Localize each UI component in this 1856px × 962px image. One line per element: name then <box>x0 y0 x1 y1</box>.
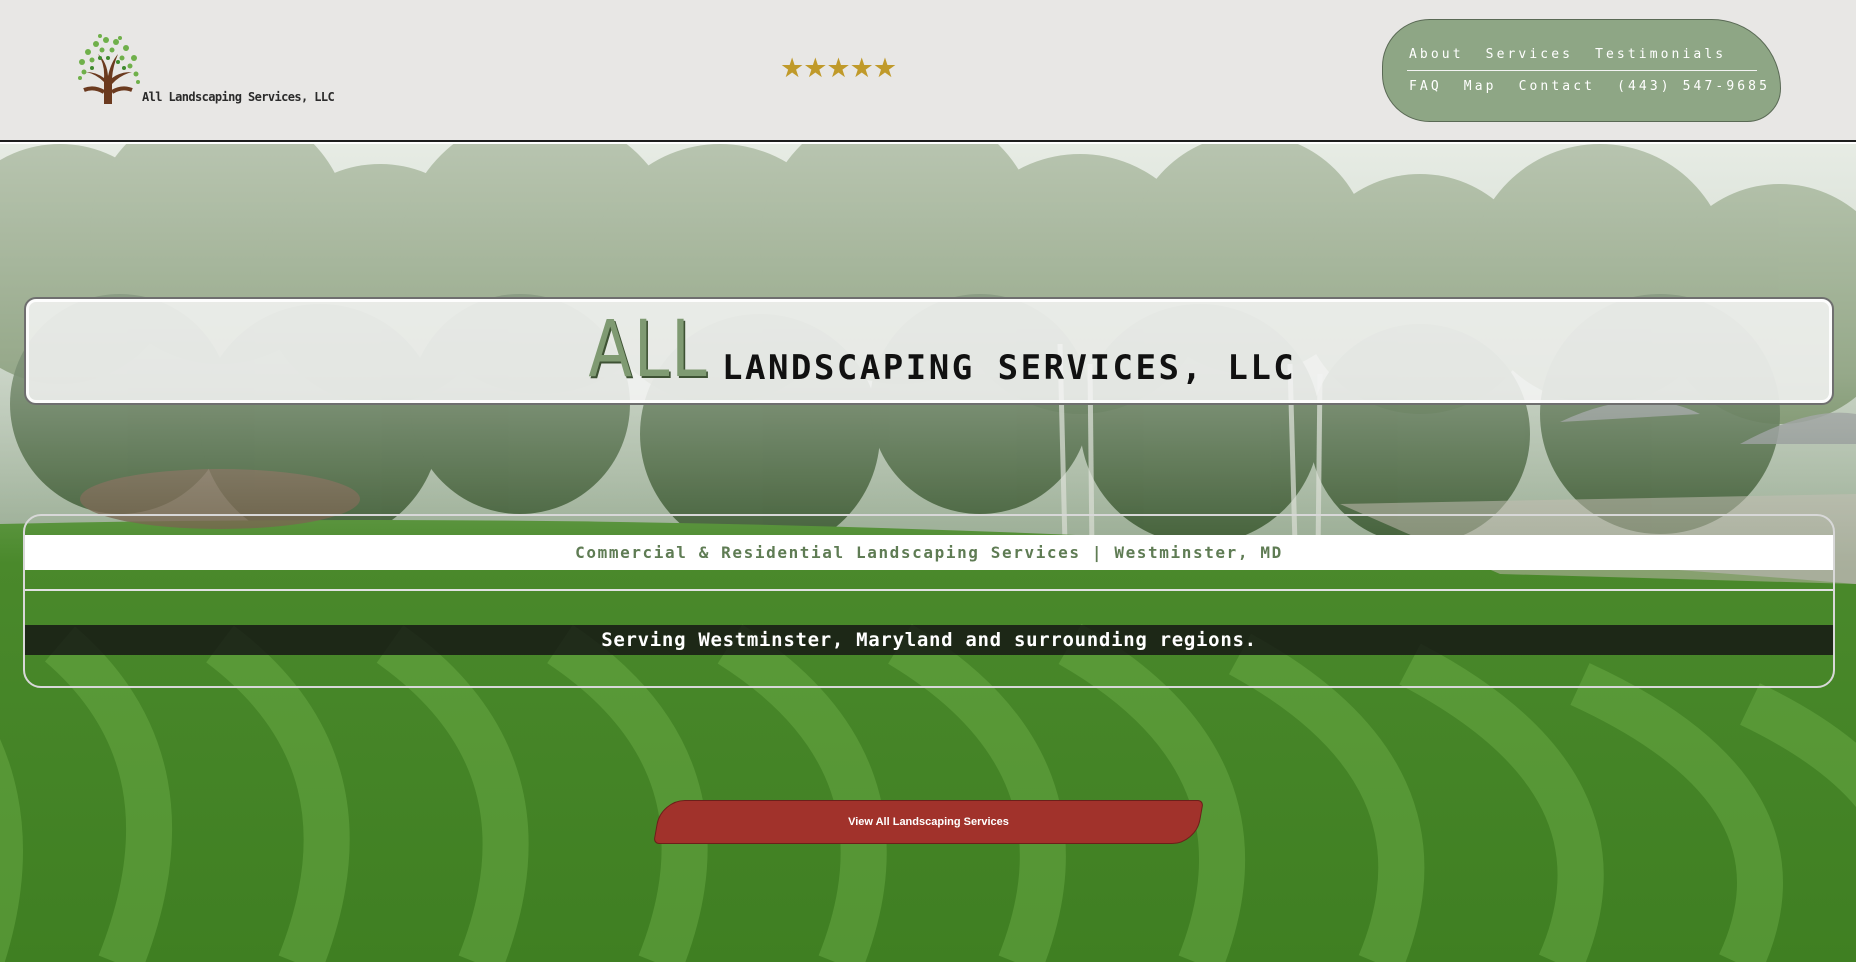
view-services-button-label: View All Landscaping Services <box>848 816 1009 828</box>
hero-service-area: Serving Westminster, Maryland and surrou… <box>25 625 1833 655</box>
hero-section: ALL LANDSCAPING SERVICES, LLC Commercial… <box>0 144 1856 962</box>
nav-link-faq[interactable]: FAQ <box>1409 79 1442 94</box>
nav-link-map[interactable]: Map <box>1464 79 1497 94</box>
main-nav: About Services Testimonials FAQ Map Cont… <box>1382 19 1781 122</box>
hero-title: ALL LANDSCAPING SERVICES, LLC <box>26 299 1832 403</box>
nav-link-services[interactable]: Services <box>1486 47 1573 62</box>
nav-divider <box>1407 70 1757 71</box>
tree-logo-icon <box>78 34 140 104</box>
hero-info-box: Commercial & Residential Landscaping Ser… <box>23 514 1835 688</box>
logo[interactable]: All Landscaping Services, LLC <box>74 34 335 112</box>
nav-link-phone[interactable]: (443) 547-9685 <box>1617 79 1770 94</box>
logo-text: All Landscaping Services, LLC <box>142 90 335 104</box>
nav-link-testimonials[interactable]: Testimonials <box>1595 47 1726 62</box>
nav-row-top: About Services Testimonials <box>1409 47 1748 62</box>
hero-title-box: ALL LANDSCAPING SERVICES, LLC <box>24 297 1834 405</box>
hero-title-all: ALL <box>588 305 709 395</box>
hero-divider <box>25 589 1833 591</box>
view-services-button[interactable]: View All Landscaping Services <box>653 800 1204 844</box>
nav-link-about[interactable]: About <box>1409 47 1464 62</box>
nav-row-bottom: FAQ Map Contact (443) 547-9685 <box>1409 79 1792 94</box>
hero-tagline: Commercial & Residential Landscaping Ser… <box>25 535 1833 570</box>
nav-link-contact[interactable]: Contact <box>1519 79 1596 94</box>
rating-stars: ★★★★★ <box>780 53 897 84</box>
site-header: All Landscaping Services, LLC ★★★★★ Abou… <box>0 0 1856 142</box>
hero-title-rest: LANDSCAPING SERVICES, LLC <box>722 348 1297 388</box>
